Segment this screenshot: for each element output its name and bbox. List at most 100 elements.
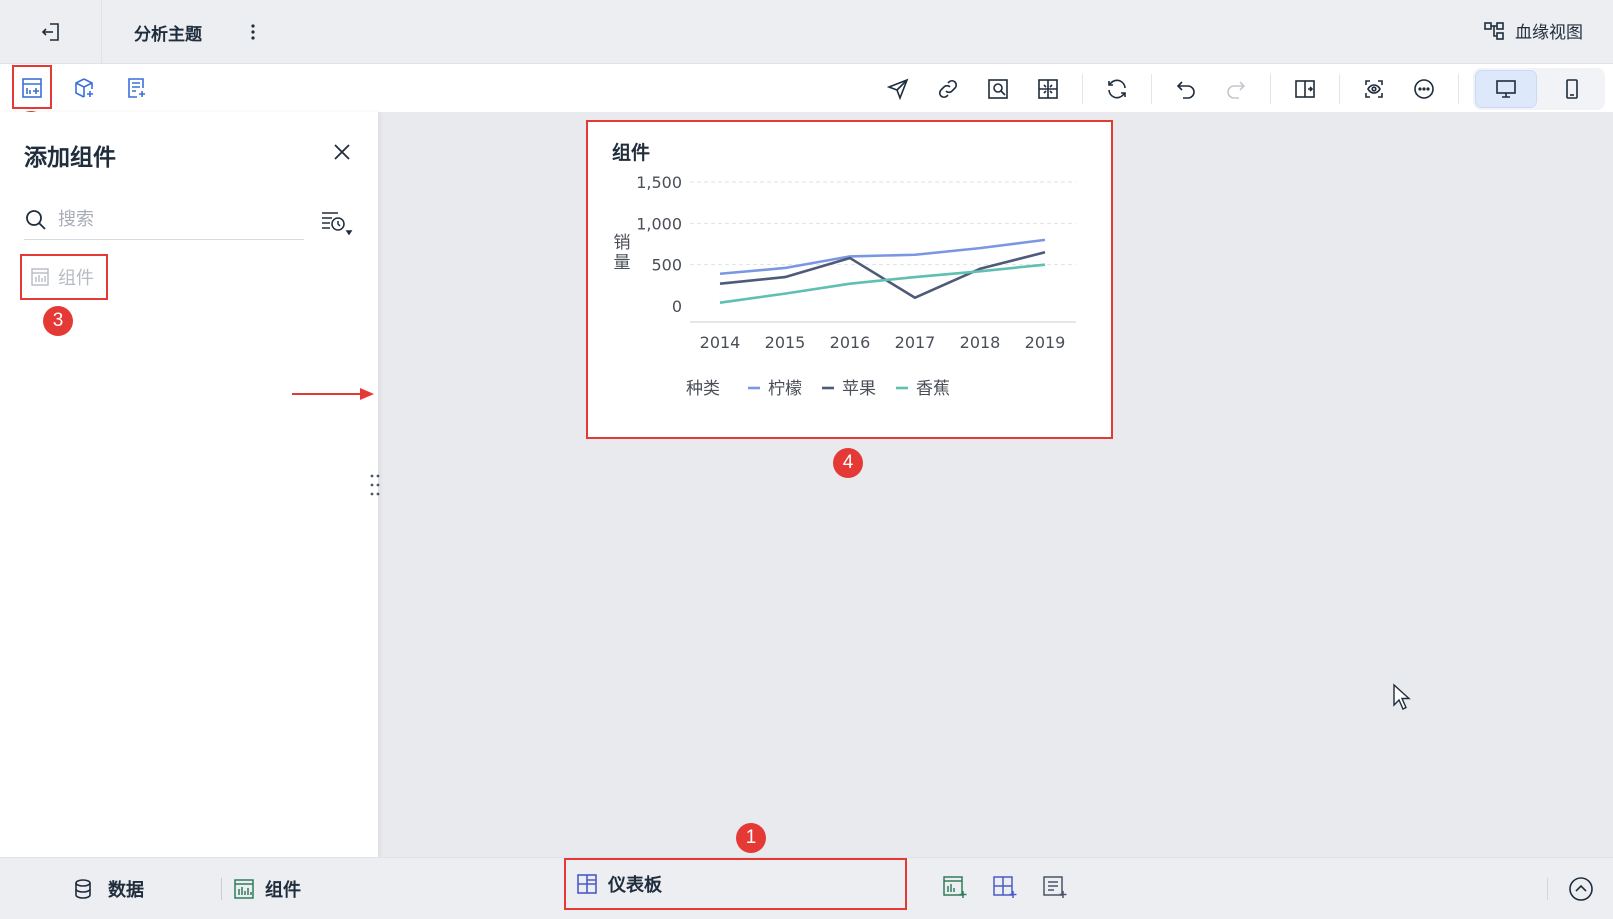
more-button[interactable] bbox=[1404, 69, 1444, 109]
mouse-cursor-icon bbox=[1393, 683, 1411, 710]
y-axis-label: 量 bbox=[614, 253, 631, 273]
send-icon bbox=[886, 78, 909, 101]
data-tab[interactable]: 数据 bbox=[72, 876, 144, 902]
y-tick-label: 1,000 bbox=[636, 214, 682, 233]
data-tab-label: 数据 bbox=[108, 880, 144, 901]
component-item-label: 组件 bbox=[58, 268, 94, 289]
cube-add-icon bbox=[75, 78, 93, 98]
component-list-item[interactable]: 组件 bbox=[20, 254, 108, 300]
bottom-bar: 数据 组件 仪表板 bbox=[0, 857, 1613, 919]
add-component-panel: 添加组件 组件 bbox=[0, 112, 378, 857]
report-add-icon bbox=[1043, 876, 1067, 898]
line-chart: 1,500 1,000 500 0 2014 2015 2016 2017 2018 2019 销量… bbox=[614, 173, 1076, 399]
new-dashboard-button[interactable] bbox=[988, 870, 1022, 904]
x-tick-label: 2018 bbox=[960, 333, 1001, 352]
refresh-icon bbox=[1108, 79, 1126, 99]
panel-title: 添加组件 bbox=[24, 145, 116, 171]
image-search-icon bbox=[988, 79, 1008, 99]
grid-icon bbox=[1038, 79, 1058, 99]
redo-button[interactable] bbox=[1216, 69, 1256, 109]
exit-icon bbox=[41, 23, 59, 41]
toolbar-separator bbox=[1082, 74, 1083, 104]
mobile-view-button[interactable] bbox=[1541, 70, 1603, 108]
chart-component-icon bbox=[31, 268, 49, 286]
split-view-button[interactable] bbox=[1285, 69, 1325, 109]
y-tick-label: 500 bbox=[651, 256, 682, 275]
sort-time-icon bbox=[322, 212, 353, 236]
undo-button[interactable] bbox=[1166, 69, 1206, 109]
y-tick-label: 0 bbox=[672, 297, 682, 316]
text-add-icon bbox=[128, 78, 145, 98]
chart-add-icon bbox=[943, 876, 967, 898]
x-tick-label: 2019 bbox=[1025, 333, 1066, 352]
more-vertical-icon bbox=[251, 24, 255, 40]
x-tick-label: 2017 bbox=[895, 333, 936, 352]
desktop-icon bbox=[1496, 80, 1516, 98]
toolbar-separator bbox=[1270, 74, 1271, 104]
image-button[interactable] bbox=[978, 69, 1018, 109]
grid-button[interactable] bbox=[1028, 69, 1068, 109]
components-tab[interactable]: 组件 bbox=[233, 876, 301, 902]
collapse-up-icon[interactable] bbox=[1566, 874, 1596, 904]
add-text-button[interactable] bbox=[116, 68, 156, 108]
eye-preview-icon bbox=[1365, 80, 1383, 98]
step-badge-3: 3 bbox=[43, 306, 73, 336]
sort-by-time-button[interactable] bbox=[316, 206, 356, 238]
toolbar-separator bbox=[1458, 74, 1459, 104]
link-icon bbox=[938, 79, 958, 99]
highlight-add-component bbox=[12, 65, 52, 109]
refresh-button[interactable] bbox=[1097, 69, 1137, 109]
legend-title: 种类 bbox=[686, 379, 720, 399]
x-tick-label: 2015 bbox=[765, 333, 806, 352]
components-tab-label: 组件 bbox=[265, 880, 301, 901]
x-tick-label: 2016 bbox=[830, 333, 871, 352]
dashboard-tab[interactable]: 仪表板 bbox=[564, 858, 907, 910]
redo-icon bbox=[1227, 81, 1246, 99]
drag-direction-arrow bbox=[292, 388, 374, 400]
new-report-button[interactable] bbox=[1038, 870, 1072, 904]
lineage-view-button[interactable]: 血缘视图 bbox=[1483, 18, 1583, 43]
bottom-actions bbox=[938, 870, 1072, 904]
search-icon bbox=[26, 209, 46, 230]
new-component-button[interactable] bbox=[938, 870, 972, 904]
database-icon bbox=[75, 879, 91, 899]
desktop-view-button[interactable] bbox=[1475, 70, 1537, 108]
legend-label: 柠檬 bbox=[768, 379, 802, 399]
dashboard-icon bbox=[577, 874, 597, 894]
y-tick-label: 1,500 bbox=[636, 173, 682, 192]
split-view-icon bbox=[1295, 80, 1315, 98]
close-panel-button[interactable] bbox=[328, 138, 356, 166]
dashboard-add-icon bbox=[993, 876, 1017, 898]
add-model-button[interactable] bbox=[64, 68, 104, 108]
mobile-icon bbox=[1566, 79, 1578, 99]
series-line-1 bbox=[719, 251, 1046, 300]
more-horizontal-icon bbox=[1414, 79, 1434, 99]
top-header: 分析主题 血缘视图 bbox=[0, 0, 1613, 64]
preview-button[interactable] bbox=[1354, 69, 1394, 109]
legend-label: 香蕉 bbox=[916, 379, 950, 399]
link-button[interactable] bbox=[928, 69, 968, 109]
search-field bbox=[24, 200, 304, 240]
editor-toolbar bbox=[0, 64, 1613, 112]
page-title: 分析主题 bbox=[134, 25, 202, 45]
x-tick-label: 2014 bbox=[700, 333, 741, 352]
bottom-separator bbox=[221, 878, 222, 900]
dashboard-tab-label: 仪表板 bbox=[608, 875, 662, 896]
search-input[interactable] bbox=[58, 209, 288, 230]
y-axis-label: 销 bbox=[614, 233, 631, 253]
step-badge-1: 1 bbox=[736, 823, 766, 853]
toolbar-separator bbox=[1151, 74, 1152, 104]
device-switch bbox=[1473, 68, 1605, 110]
more-vertical-button[interactable] bbox=[243, 20, 263, 44]
exit-button[interactable] bbox=[0, 0, 102, 64]
bottom-separator bbox=[1547, 878, 1548, 900]
close-icon bbox=[334, 144, 350, 160]
publish-button[interactable] bbox=[878, 69, 918, 109]
step-badge-4: 4 bbox=[833, 448, 863, 478]
lineage-label: 血缘视图 bbox=[1515, 23, 1583, 43]
chart-component-card[interactable]: 组件 1,500 1,000 500 0 2014 2015 2016 2017 2018 201… bbox=[586, 120, 1113, 439]
panel-resize-handle[interactable] bbox=[368, 472, 382, 498]
lineage-icon bbox=[1484, 21, 1504, 40]
chart-component-icon bbox=[234, 879, 254, 899]
undo-icon bbox=[1176, 81, 1195, 99]
